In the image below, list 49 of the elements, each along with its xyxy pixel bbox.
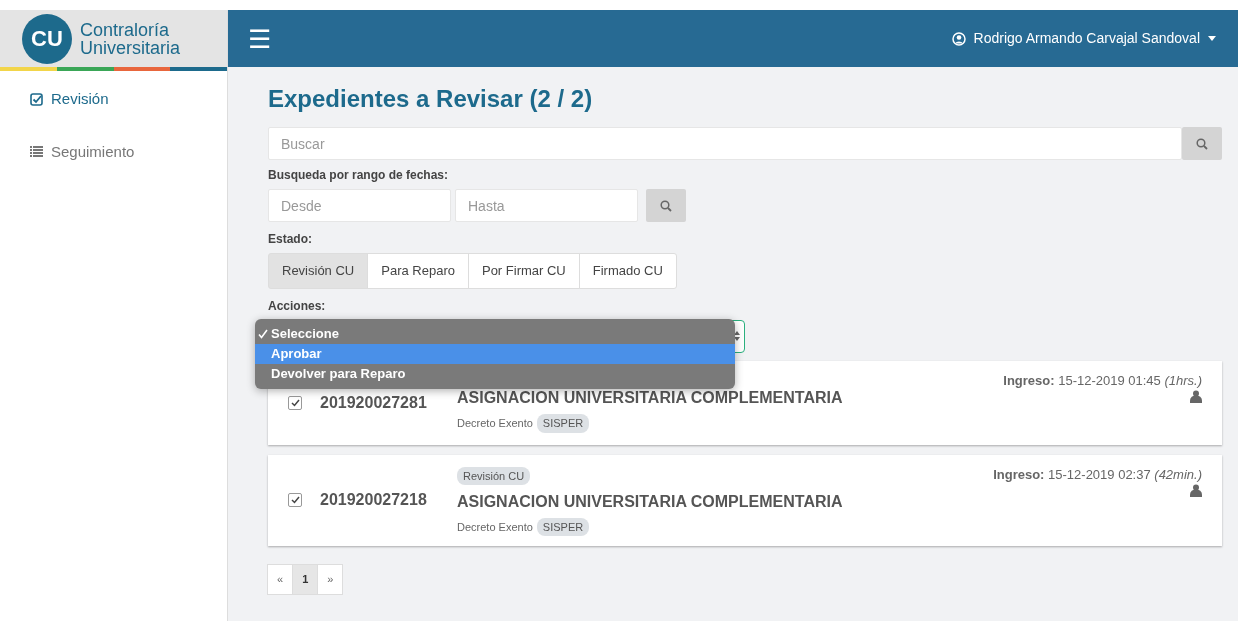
search-button[interactable] xyxy=(1182,127,1222,160)
checkbox-icon xyxy=(30,92,43,106)
sidebar-item[interactable]: Revisión xyxy=(0,79,227,120)
field-label: Acciones: xyxy=(268,297,327,315)
search-button[interactable] xyxy=(646,189,686,222)
list-icon xyxy=(30,146,43,158)
record-number: 201920027281 xyxy=(320,392,428,413)
record-title: ASIGNACION UNIVERSITARIA COMPLEMENTARIA xyxy=(457,388,844,409)
user-icon xyxy=(951,31,966,46)
menu-option[interactable]: Aprobar xyxy=(255,343,735,364)
field-label: Busqueda por rango de fechas: xyxy=(268,167,450,184)
person-icon xyxy=(1190,390,1202,403)
filter-button[interactable]: Para Reparo xyxy=(367,253,469,289)
date-field[interactable]: Hasta xyxy=(455,189,638,222)
person-icon xyxy=(1190,484,1202,497)
menu-button[interactable]: ☰ xyxy=(248,25,271,52)
menu-option[interactable]: Devolver para Reparo xyxy=(255,363,735,384)
page-title: Expedientes a Revisar (2 / 2) xyxy=(268,84,594,114)
logo-text: Universitaria xyxy=(80,38,181,57)
search-icon xyxy=(660,199,672,212)
filter-button[interactable]: Por Firmar CU xyxy=(467,253,580,289)
entry-date: Ingreso: 15-12-2019 01:45 (1hrs.) xyxy=(1003,371,1202,390)
source-tag: SISPER xyxy=(536,414,590,433)
record-number: 201920027218 xyxy=(320,490,428,511)
status-tag: Revisión CU xyxy=(457,466,531,485)
caret-icon xyxy=(1208,36,1216,41)
logo-badge: CU xyxy=(22,13,72,64)
search-field[interactable]: Buscar xyxy=(268,127,1182,160)
record-title: ASIGNACION UNIVERSITARIA COMPLEMENTARIA xyxy=(457,491,844,512)
record-type: Decreto Exento xyxy=(457,519,533,535)
checkmark-icon xyxy=(258,329,268,340)
page-link[interactable]: 1 xyxy=(292,564,319,595)
user-menu[interactable]: Rodrigo Armando Carvajal Sandoval xyxy=(951,28,1216,49)
checkbox[interactable] xyxy=(288,493,302,508)
page-link[interactable]: » xyxy=(317,564,344,595)
date-field[interactable]: Desde xyxy=(268,189,451,222)
checkbox[interactable] xyxy=(288,395,302,410)
search-icon xyxy=(1196,137,1208,150)
page-link[interactable]: « xyxy=(267,564,294,595)
filter-button[interactable]: Revisión CU xyxy=(268,253,369,289)
logo-text: Contraloría xyxy=(80,20,171,39)
source-tag: SISPER xyxy=(536,517,590,536)
filter-button[interactable]: Firmado CU xyxy=(578,253,677,289)
menu-option[interactable]: Seleccione xyxy=(255,323,735,344)
user-name: Rodrigo Armando Carvajal Sandoval xyxy=(973,29,1200,48)
entry-date: Ingreso: 15-12-2019 02:37 (42min.) xyxy=(993,465,1202,484)
sidebar-item[interactable]: Seguimiento xyxy=(0,131,227,172)
record-type: Decreto Exento xyxy=(457,416,533,432)
field-label: Estado: xyxy=(268,231,313,248)
